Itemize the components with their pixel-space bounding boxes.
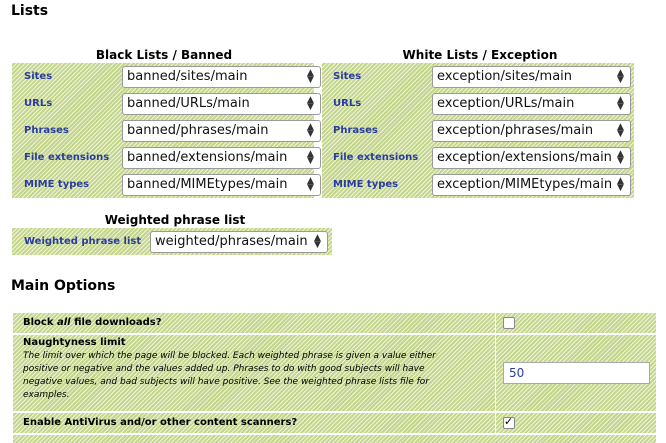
black-label-sites: Sites <box>24 71 53 82</box>
black-phrases-select[interactable]: banned/phrases/main ▲ ▼ <box>122 120 321 142</box>
white-lists-table: Sites exception/sites/main ▲ ▼ URLs except… <box>322 63 634 198</box>
black-lists-header: Black Lists / Banned <box>95 48 233 62</box>
black-row-extensions: File extensions banned/extensions/main ▲ ▼ <box>12 145 321 170</box>
chevron-updown-icon: ▲ ▼ <box>617 149 624 166</box>
naughtyness-description: The limit over which the page will be bl… <box>23 351 436 400</box>
white-label-urls: URLs <box>333 98 362 109</box>
block-suffix: file downloads? <box>70 317 162 328</box>
black-label-mimetypes: MIME types <box>24 179 90 190</box>
black-mimetypes-value: banned/MIMEtypes/main <box>127 177 288 192</box>
white-label-sites: Sites <box>333 71 362 82</box>
lists-heading: Lists <box>11 3 49 19</box>
white-extensions-select[interactable]: exception/extensions/main ▲ ▼ <box>432 147 631 169</box>
white-urls-value: exception/URLs/main <box>437 96 575 111</box>
white-row-extensions: File extensions exception/extensions/mai… <box>322 145 634 170</box>
option-antivirus: Enable AntiVirus and/or other content sc… <box>13 413 656 433</box>
black-phrases-value: banned/phrases/main <box>127 123 269 138</box>
black-label-phrases: Phrases <box>24 125 69 136</box>
chevron-updown-icon: ▲ ▼ <box>307 95 314 112</box>
white-row-urls: URLs exception/URLs/main ▲ ▼ <box>322 91 634 116</box>
white-sites-value: exception/sites/main <box>437 69 573 84</box>
black-extensions-select[interactable]: banned/extensions/main ▲ ▼ <box>122 147 321 169</box>
option-antivirus-label-cell: Enable AntiVirus and/or other content sc… <box>13 413 495 433</box>
white-lists-header: White Lists / Exception <box>402 48 558 62</box>
block-downloads-label: Block all file downloads? <box>23 317 162 328</box>
option-block-control-cell <box>496 313 656 333</box>
option-naughtyness-control-cell: 50 <box>496 335 656 411</box>
option-naughtyness: Naughtyness limit The limit over which t… <box>13 335 656 411</box>
weighted-label: Weighted phrase list <box>24 236 142 247</box>
option-next-row-partial <box>13 435 656 443</box>
main-options-heading: Main Options <box>11 278 116 294</box>
white-label-extensions: File extensions <box>333 152 419 163</box>
chevron-updown-icon: ▲ ▼ <box>617 68 624 85</box>
naughtyness-input[interactable]: 50 <box>503 362 650 384</box>
black-sites-select[interactable]: banned/sites/main ▲ ▼ <box>122 66 321 88</box>
weighted-header: Weighted phrase list <box>104 213 246 227</box>
white-label-mimetypes: MIME types <box>333 179 399 190</box>
white-row-sites: Sites exception/sites/main ▲ ▼ <box>322 64 634 89</box>
option-antivirus-control-cell <box>496 413 656 433</box>
black-sites-value: banned/sites/main <box>127 69 248 84</box>
chevron-updown-icon: ▲ ▼ <box>617 95 624 112</box>
chevron-updown-icon: ▲ ▼ <box>617 176 624 193</box>
black-row-phrases: Phrases banned/phrases/main ▲ ▼ <box>12 118 321 143</box>
black-extensions-value: banned/extensions/main <box>127 150 288 165</box>
chevron-updown-icon: ▲ ▼ <box>617 122 624 139</box>
chevron-updown-icon: ▲ ▼ <box>307 149 314 166</box>
white-row-mimetypes: MIME types exception/MIMEtypes/main ▲ ▼ <box>322 172 634 197</box>
black-label-urls: URLs <box>24 98 53 109</box>
weighted-select[interactable]: weighted/phrases/main ▲ ▼ <box>150 231 328 253</box>
black-row-urls: URLs banned/URLs/main ▲ ▼ <box>12 91 321 116</box>
chevron-updown-icon: ▲ ▼ <box>314 233 321 250</box>
white-mimetypes-value: exception/MIMEtypes/main <box>437 177 613 192</box>
white-row-phrases: Phrases exception/phrases/main ▲ ▼ <box>322 118 634 143</box>
black-label-extensions: File extensions <box>24 152 110 163</box>
option-block-downloads: Block all file downloads? <box>13 313 656 333</box>
option-naughtyness-label-cell: Naughtyness limit The limit over which t… <box>13 335 495 411</box>
weighted-value: weighted/phrases/main <box>155 234 308 249</box>
white-mimetypes-select[interactable]: exception/MIMEtypes/main ▲ ▼ <box>432 174 631 196</box>
option-block-label-cell: Block all file downloads? <box>13 313 495 333</box>
chevron-updown-icon: ▲ ▼ <box>307 176 314 193</box>
block-downloads-checkbox[interactable] <box>503 317 515 329</box>
chevron-updown-icon: ▲ ▼ <box>307 122 314 139</box>
black-row-mimetypes: MIME types banned/MIMEtypes/main ▲ ▼ <box>12 172 321 197</box>
black-mimetypes-select[interactable]: banned/MIMEtypes/main ▲ ▼ <box>122 174 321 196</box>
block-emph: all <box>56 317 71 328</box>
black-urls-value: banned/URLs/main <box>127 96 250 111</box>
white-sites-select[interactable]: exception/sites/main ▲ ▼ <box>432 66 631 88</box>
chevron-updown-icon: ▲ ▼ <box>307 68 314 85</box>
antivirus-label: Enable AntiVirus and/or other content sc… <box>23 417 298 428</box>
white-extensions-value: exception/extensions/main <box>437 150 612 165</box>
white-phrases-select[interactable]: exception/phrases/main ▲ ▼ <box>432 120 631 142</box>
white-phrases-value: exception/phrases/main <box>437 123 594 138</box>
weighted-table: Weighted phrase list weighted/phrases/ma… <box>12 228 332 255</box>
block-prefix: Block <box>23 317 57 328</box>
naughtyness-title: Naughtyness limit <box>23 337 126 348</box>
white-label-phrases: Phrases <box>333 125 378 136</box>
white-urls-select[interactable]: exception/URLs/main ▲ ▼ <box>432 93 631 115</box>
antivirus-checkbox[interactable] <box>503 415 515 429</box>
black-row-sites: Sites banned/sites/main ▲ ▼ <box>12 64 321 89</box>
black-lists-table: Sites banned/sites/main ▲ ▼ URLs banned/UR… <box>12 63 321 198</box>
black-urls-select[interactable]: banned/URLs/main ▲ ▼ <box>122 93 321 115</box>
